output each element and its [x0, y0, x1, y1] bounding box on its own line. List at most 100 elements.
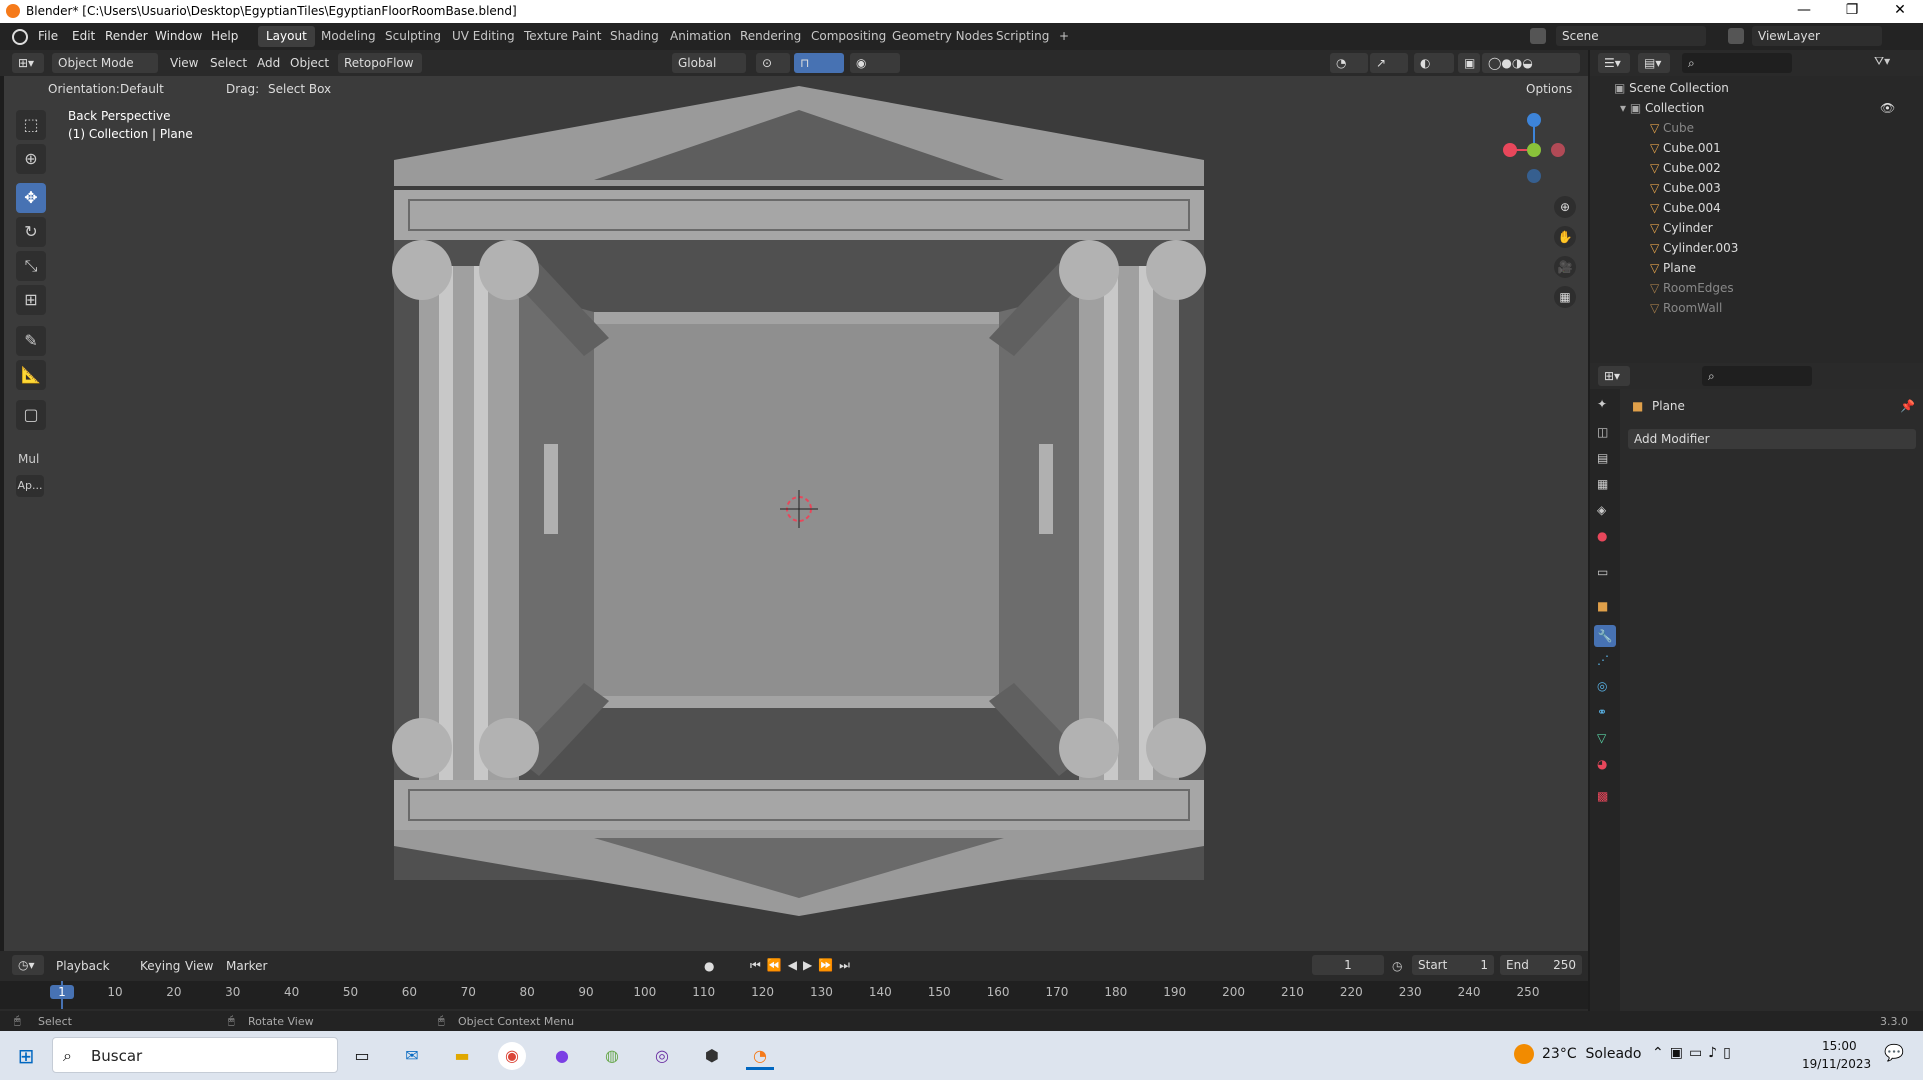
app-green-icon[interactable]: ◍ — [598, 1042, 626, 1070]
taskbar-date[interactable]: 19/11/2023 — [1802, 1057, 1871, 1071]
tab-layout[interactable]: Layout — [258, 26, 315, 47]
xray-icon[interactable]: ▣ — [1458, 53, 1480, 73]
data-tab-icon[interactable]: ▽ — [1597, 731, 1606, 745]
menu-select[interactable]: Select — [210, 56, 247, 70]
taskbar-time[interactable]: 15:00 — [1822, 1039, 1857, 1053]
pan-hand-icon[interactable]: ✋ — [1554, 226, 1576, 248]
blender-taskbar-icon[interactable]: ◔ — [746, 1042, 774, 1070]
tab-rendering[interactable]: Rendering — [732, 26, 809, 47]
end-frame-field[interactable]: End 250 — [1500, 955, 1582, 975]
outliner-row-item[interactable]: ▽ Cube.002 — [1590, 158, 1923, 178]
ortho-toggle-icon[interactable]: ▦ — [1554, 286, 1576, 308]
menu-file[interactable]: File — [38, 29, 58, 43]
texture-tab-icon[interactable]: ▩ — [1597, 789, 1608, 803]
timeline-menu-keying[interactable]: Keying — [140, 959, 180, 973]
taskbar-search-box[interactable]: ⌕ Buscar — [52, 1037, 338, 1073]
properties-search-input[interactable]: ⌕ — [1702, 366, 1812, 386]
task-view-icon[interactable]: ▭ — [348, 1042, 376, 1070]
file-explorer-icon[interactable]: ▬ — [448, 1042, 476, 1070]
pin-icon[interactable]: 📌 — [1900, 399, 1915, 413]
outliner-editor-type-icon[interactable]: ☰▾ — [1598, 53, 1630, 73]
scene-selector[interactable]: Scene — [1556, 26, 1706, 46]
tool-tab-icon[interactable]: ✦ — [1597, 397, 1607, 411]
outliner-row-item[interactable]: ▽ Cylinder.003 — [1590, 238, 1923, 258]
timeline-menu-playback[interactable]: Playback — [56, 959, 110, 973]
gizmo-toggle-icon[interactable]: ↗ — [1370, 53, 1408, 73]
outliner-row-item[interactable]: ▽ RoomWall — [1590, 298, 1923, 318]
physics-tab-icon[interactable]: ◎ — [1597, 679, 1607, 693]
tab-compositing[interactable]: Compositing — [803, 26, 894, 47]
view-layer-icon[interactable] — [1728, 28, 1744, 44]
weather-text[interactable]: 23°C Soleado — [1542, 1046, 1641, 1062]
visibility-icon[interactable]: ◔ — [1330, 53, 1368, 73]
menu-edit[interactable]: Edit — [72, 29, 95, 43]
outliner-row-item[interactable]: ▽ Cube.001 — [1590, 138, 1923, 158]
tab-geometry-nodes[interactable]: Geometry Nodes — [884, 26, 1001, 47]
zoom-icon[interactable]: ⊕ — [1554, 196, 1576, 218]
notification-icon[interactable]: 💬 — [1884, 1043, 1904, 1062]
menu-window[interactable]: Window — [155, 29, 202, 43]
material-tab-icon[interactable]: ◕ — [1597, 757, 1607, 771]
mail-icon[interactable]: ✉ — [398, 1042, 426, 1070]
view-layer-selector[interactable]: ViewLayer — [1752, 26, 1882, 46]
scene-icon[interactable] — [1530, 28, 1546, 44]
shading-modes-icon[interactable]: ◯●◑◒ — [1482, 53, 1580, 73]
outliner-row-scene-collection[interactable]: ▣ Scene Collection — [1590, 78, 1923, 98]
outliner-search-input[interactable]: ⌕ — [1682, 53, 1792, 73]
transform-orientation-selector[interactable]: Global — [672, 53, 746, 73]
restore-button[interactable]: ❐ — [1829, 2, 1875, 18]
start-frame-field[interactable]: Start 1 — [1412, 955, 1494, 975]
current-frame-field[interactable]: 1 — [1312, 955, 1384, 975]
modifier-tab-icon[interactable]: 🔧 — [1594, 625, 1616, 647]
filter-icon[interactable]: ⛛▾ — [1874, 54, 1890, 69]
output-tab-icon[interactable]: ▤ — [1597, 451, 1608, 465]
display-mode-icon[interactable]: ▤▾ — [1638, 53, 1670, 73]
menu-object[interactable]: Object — [290, 56, 329, 70]
outliner-row-item[interactable]: ▽ Cube — [1590, 118, 1923, 138]
object-tab-icon[interactable]: ■ — [1597, 599, 1608, 613]
unity-icon[interactable]: ⬢ — [698, 1042, 726, 1070]
system-tray-icons[interactable]: ⌃▣▭♪▯ — [1652, 1045, 1737, 1061]
app-purple-icon[interactable]: ◎ — [648, 1042, 676, 1070]
menu-help[interactable]: Help — [211, 29, 238, 43]
timeline-ruler[interactable]: 1 10 20 30 40 50 60 70 80 90 100 110 120 130 140 150 160… — [0, 981, 1588, 1009]
camera-view-icon[interactable]: 🎥 — [1554, 256, 1576, 278]
pivot-icon[interactable]: ⊙ — [756, 53, 790, 73]
blender-menu-icon[interactable] — [12, 29, 28, 45]
properties-editor-type-icon[interactable]: ⊞▾ — [1598, 366, 1630, 386]
outliner-row-item[interactable]: ▽ Plane — [1590, 258, 1923, 278]
constraints-tab-icon[interactable]: ⚭ — [1597, 705, 1607, 719]
world-tab-icon[interactable]: ● — [1597, 529, 1607, 543]
clock-icon[interactable]: ◷ — [1392, 959, 1402, 973]
retopoflow-menu[interactable]: RetopoFlow — [338, 53, 422, 73]
chrome-icon[interactable]: ◉ — [498, 1042, 526, 1070]
snap-icon[interactable]: ⊓ — [794, 53, 844, 73]
overlay-toggle-icon[interactable]: ◐ — [1414, 53, 1454, 73]
visibility-eye-icon[interactable]: 👁 — [1880, 98, 1900, 118]
tab-animation[interactable]: Animation — [662, 26, 739, 47]
timeline-menu-view[interactable]: View — [185, 959, 213, 973]
scene-tab-icon[interactable]: ◈ — [1597, 503, 1606, 517]
3d-viewport[interactable]: Orientation: Default Drag: Select Box Op… — [4, 76, 1588, 951]
tab-texture-paint[interactable]: Texture Paint — [516, 26, 609, 47]
tab-modeling[interactable]: Modeling — [313, 26, 384, 47]
collection-tab-icon[interactable]: ▭ — [1597, 565, 1608, 579]
proportional-edit-icon[interactable]: ◉ — [850, 53, 900, 73]
add-modifier-dropdown[interactable]: Add Modifier — [1628, 429, 1916, 449]
playback-controls-icon[interactable]: ⏮⏪◀▶⏩⏭ — [750, 958, 856, 973]
render-tab-icon[interactable]: ◫ — [1597, 425, 1608, 439]
tab-uv-editing[interactable]: UV Editing — [444, 26, 523, 47]
close-button[interactable]: ✕ — [1877, 2, 1923, 18]
tab-scripting[interactable]: Scripting — [988, 26, 1057, 47]
navigation-gizmo[interactable] — [1494, 110, 1574, 190]
minimize-button[interactable]: — — [1781, 2, 1827, 18]
add-workspace-button[interactable]: + — [1051, 26, 1077, 47]
mode-selector[interactable]: Object Mode — [52, 53, 158, 73]
menu-render[interactable]: Render — [105, 29, 148, 43]
chat-app-icon[interactable]: ● — [548, 1042, 576, 1070]
editor-type-button[interactable]: ⊞▾ — [12, 53, 44, 73]
keyframe-record-icon[interactable]: ● — [704, 959, 714, 973]
menu-view[interactable]: View — [170, 56, 198, 70]
menu-add[interactable]: Add — [257, 56, 280, 70]
outliner-row-item[interactable]: ▽ Cylinder — [1590, 218, 1923, 238]
